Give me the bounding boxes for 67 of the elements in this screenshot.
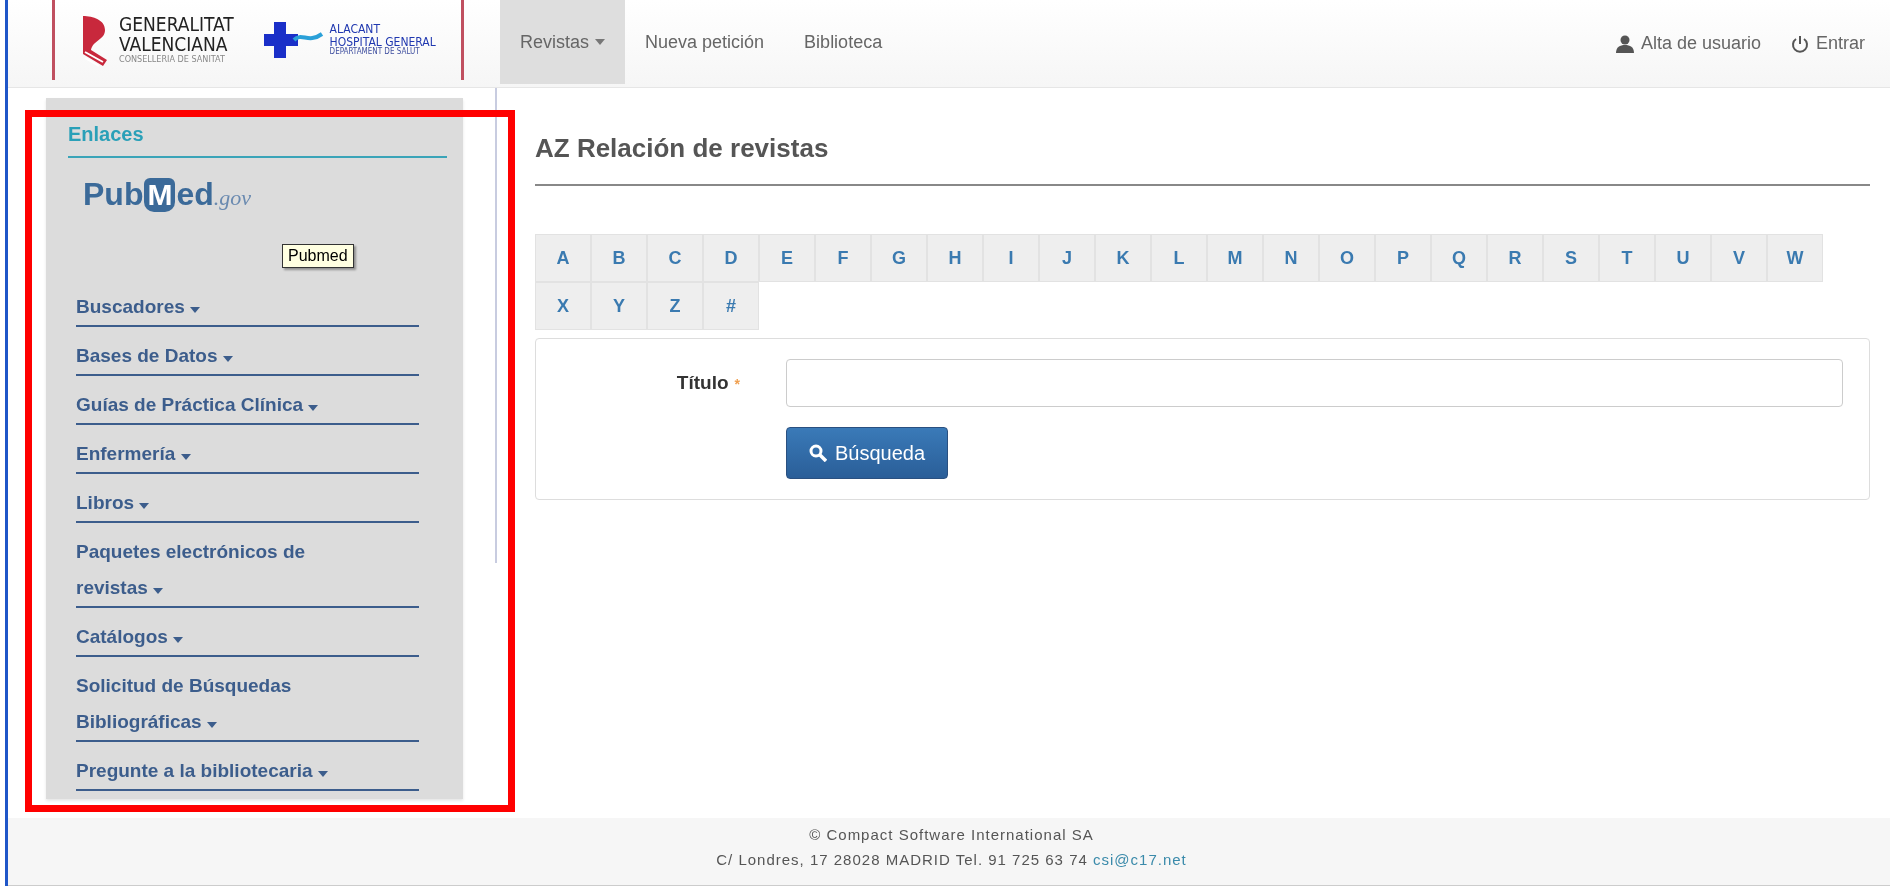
sidebar-link[interactable]: Solicitud de Búsquedas Bibliográficas xyxy=(76,657,419,742)
letter-button[interactable]: F xyxy=(815,234,871,282)
power-icon xyxy=(1790,34,1809,53)
sidebar-link[interactable]: Catálogos xyxy=(76,608,419,657)
letter-button[interactable]: S xyxy=(1543,234,1599,282)
letter-button[interactable]: P xyxy=(1375,234,1431,282)
sidebar-link[interactable]: Pregunte a la bibliotecaria xyxy=(76,742,419,791)
letter-button[interactable]: N xyxy=(1263,234,1319,282)
field-label: Título * xyxy=(676,372,740,394)
page-title: AZ Relación de revistas xyxy=(535,133,1870,186)
nav-tab[interactable]: Nueva petición xyxy=(625,0,785,84)
nav-tab[interactable]: Revistas xyxy=(500,0,626,84)
letter-button[interactable]: J xyxy=(1039,234,1095,282)
caret-icon xyxy=(308,405,319,411)
letter-button[interactable]: M xyxy=(1207,234,1263,282)
letter-button[interactable]: V xyxy=(1711,234,1767,282)
letter-button[interactable]: B xyxy=(591,234,647,282)
letter-button[interactable]: Z xyxy=(647,282,703,330)
letter-button[interactable]: H xyxy=(927,234,983,282)
sidebar-link[interactable]: Buscadores xyxy=(76,278,419,327)
cross-wave-icon xyxy=(263,22,324,58)
letter-button[interactable]: D xyxy=(703,234,759,282)
letter-button[interactable]: T xyxy=(1599,234,1655,282)
sign-up-link[interactable]: Alta de usuario xyxy=(1615,33,1761,54)
letter-button[interactable]: Y xyxy=(591,282,647,330)
tooltip: Pubmed xyxy=(282,244,354,268)
letter-button[interactable]: U xyxy=(1655,234,1711,282)
caret-icon xyxy=(317,771,328,777)
caret-icon xyxy=(206,722,217,728)
address-text: C/ Londres, 17 28028 MADRID Tel. 91 725 63 74 csi@c17.net xyxy=(716,851,1187,868)
generalitat-logo: GENERALITAT VALENCIANA CONSELLERIA DE SANITAT xyxy=(77,12,234,68)
search-button[interactable]: Búsqueda xyxy=(786,427,949,479)
letter-button[interactable]: X xyxy=(535,282,591,330)
caret-icon xyxy=(190,307,201,313)
sidebar-link[interactable]: Paquetes electrónicos de revistas xyxy=(76,523,419,608)
title-input[interactable] xyxy=(786,359,1843,407)
letter-button[interactable]: A xyxy=(535,234,591,282)
panel-title: Enlaces xyxy=(68,98,447,158)
login-link[interactable]: Entrar xyxy=(1790,33,1865,54)
letter-button[interactable]: C xyxy=(647,234,703,282)
user-icon xyxy=(1615,34,1634,53)
letter-button[interactable]: Q xyxy=(1431,234,1487,282)
copyright-text: © Compact Software International SA xyxy=(809,826,1094,843)
caret-icon xyxy=(222,356,233,362)
sidebar-link[interactable]: Libros xyxy=(76,474,419,523)
letter-button[interactable]: R xyxy=(1487,234,1543,282)
email-link[interactable]: csi@c17.net xyxy=(1093,851,1187,868)
caret-icon xyxy=(173,637,184,643)
letter-button[interactable]: E xyxy=(759,234,815,282)
caret-icon xyxy=(153,588,164,594)
letter-button[interactable]: W xyxy=(1767,234,1823,282)
caret-icon xyxy=(139,503,150,509)
letter-button[interactable]: O xyxy=(1319,234,1375,282)
letter-button[interactable]: K xyxy=(1095,234,1151,282)
letter-button[interactable]: I xyxy=(983,234,1039,282)
search-icon xyxy=(809,444,827,462)
caret-icon xyxy=(595,39,606,45)
letter-button[interactable]: L xyxy=(1151,234,1207,282)
hospital-logo: ALACANT HOSPITAL GENERAL DEPARTAMENT DE SALUT xyxy=(263,22,436,58)
sidebar-link[interactable]: Bases de Datos xyxy=(76,327,419,376)
letter-button[interactable]: # xyxy=(703,282,759,330)
nav-tab[interactable]: Biblioteca xyxy=(784,0,903,84)
letter-button[interactable]: G xyxy=(871,234,927,282)
sidebar-link[interactable]: Enfermería xyxy=(76,425,419,474)
caret-icon xyxy=(180,454,191,460)
sidebar-link[interactable]: Guías de Práctica Clínica xyxy=(76,376,419,425)
pubmed-logo[interactable]: PubMed.gov xyxy=(83,176,252,213)
